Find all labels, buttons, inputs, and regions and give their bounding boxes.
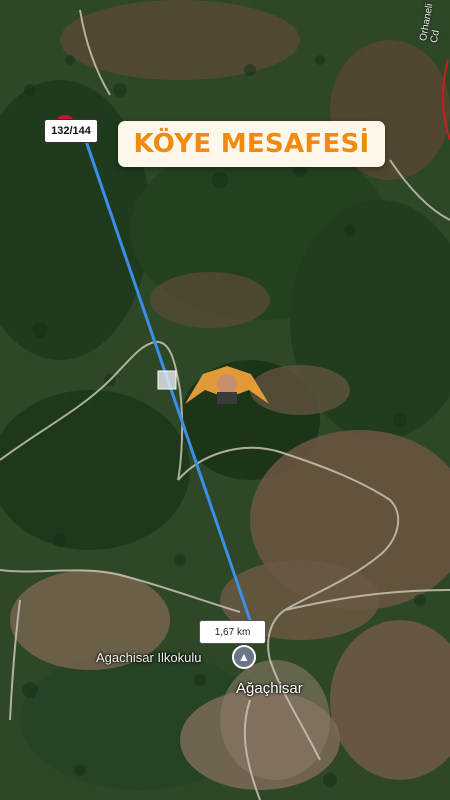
brand-logo (185, 366, 269, 404)
clearing (150, 272, 270, 328)
parcel-number-label[interactable]: 132/144 (44, 119, 98, 143)
distance-label[interactable]: 1,67 km (199, 620, 266, 644)
village-area (220, 660, 330, 780)
village-place-label[interactable]: Ağaçhisar (236, 680, 336, 700)
school-icon[interactable]: ▲ (232, 645, 256, 669)
measure-midpoint-handle[interactable] (157, 370, 177, 390)
school-place-label[interactable]: Agachisar Ilkokulu (96, 650, 230, 668)
title-badge: KÖYE MESAFESİ (118, 121, 385, 167)
